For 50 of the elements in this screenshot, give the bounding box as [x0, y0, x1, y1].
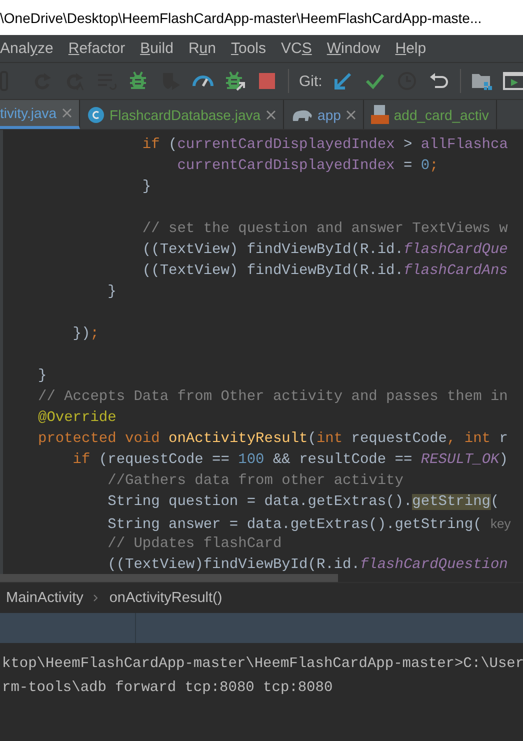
code-line: if (currentCardDisplayedIndex > allFlashca: [141, 137, 508, 153]
window-title: \OneDrive\Desktop\HeemFlashCardApp-master\HeemFlashCardApp-maste...: [0, 10, 482, 26]
code-line: //Gathers data from other activity: [106, 473, 404, 489]
code-line: ((TextView) findViewById(R.id.flashCardAns: [141, 263, 508, 279]
scrollbar-thumb[interactable]: [0, 574, 338, 582]
code-line: }: [141, 179, 152, 195]
menu-item[interactable]: Help: [395, 40, 426, 57]
code-line: });: [72, 326, 99, 342]
menu-item[interactable]: Analyze: [0, 40, 54, 57]
terminal-line: ktop\HeemFlashCardApp-master\HeemFlashCardApp-master>C:\User: [2, 656, 523, 672]
close-icon[interactable]: [62, 108, 72, 118]
editor-tab[interactable]: tivity.java: [0, 100, 80, 129]
stop-icon[interactable]: [256, 70, 278, 92]
menu-item[interactable]: Build: [140, 40, 174, 57]
close-icon[interactable]: [346, 110, 356, 120]
close-icon[interactable]: [266, 110, 276, 120]
layout-file-icon: [370, 104, 389, 124]
code-line: // Updates flashCard: [106, 536, 282, 552]
code-line: String question = data.getExtras().getString(: [106, 494, 500, 510]
code-line: ((TextView)findViewById(R.id.flashCardQuestion: [106, 557, 508, 573]
menu-item[interactable]: Window: [326, 40, 380, 57]
class-icon: [86, 106, 105, 124]
code-line: }: [106, 284, 116, 300]
code-line: // set the question and answer TextViews w: [141, 221, 508, 237]
breadcrumb-item[interactable]: MainActivity: [6, 590, 84, 606]
menu-item[interactable]: VCS: [281, 40, 312, 57]
code-line: @Override: [38, 410, 116, 426]
code-line: // Accepts Data from Other activity and passes them in: [38, 389, 508, 405]
code-line: String answer = data.getExtras().getString( key: [106, 517, 511, 533]
code-line: }: [38, 368, 47, 384]
bug-icon[interactable]: [224, 70, 246, 92]
tab-label: FlashcardDatabase.java: [110, 106, 261, 122]
code-line: protected void onActivityResult(int requestCode, int r: [38, 431, 508, 447]
code-line: currentCardDisplayedIndex = 0;: [176, 158, 438, 174]
editor-tab[interactable]: app: [284, 100, 364, 129]
breadcrumb-item[interactable]: onActivityResult(): [109, 590, 222, 606]
terminal-line: rm-tools\adb forward tcp:8080 tcp:8080: [2, 680, 333, 696]
window-icon[interactable]: [503, 70, 523, 92]
menu-item[interactable]: Run: [188, 40, 216, 57]
menu-item[interactable]: Tools: [230, 40, 266, 57]
tab-label: app: [318, 106, 341, 122]
chevron-icon: [93, 594, 100, 602]
tab-label: tivity.java: [0, 105, 57, 121]
code-line: if (requestCode == 100 && resultCode == RESULT_OK): [72, 452, 508, 468]
editor-tab[interactable]: add_card_activ: [364, 100, 497, 129]
menu-item[interactable]: Refactor: [68, 40, 126, 57]
tab-label: add_card_activ: [394, 106, 489, 122]
editor-tab[interactable]: FlashcardDatabase.java: [80, 100, 284, 129]
git-label: Git:: [299, 72, 322, 90]
code-line: ((TextView) findViewById(R.id.flashCardQue: [141, 242, 508, 258]
